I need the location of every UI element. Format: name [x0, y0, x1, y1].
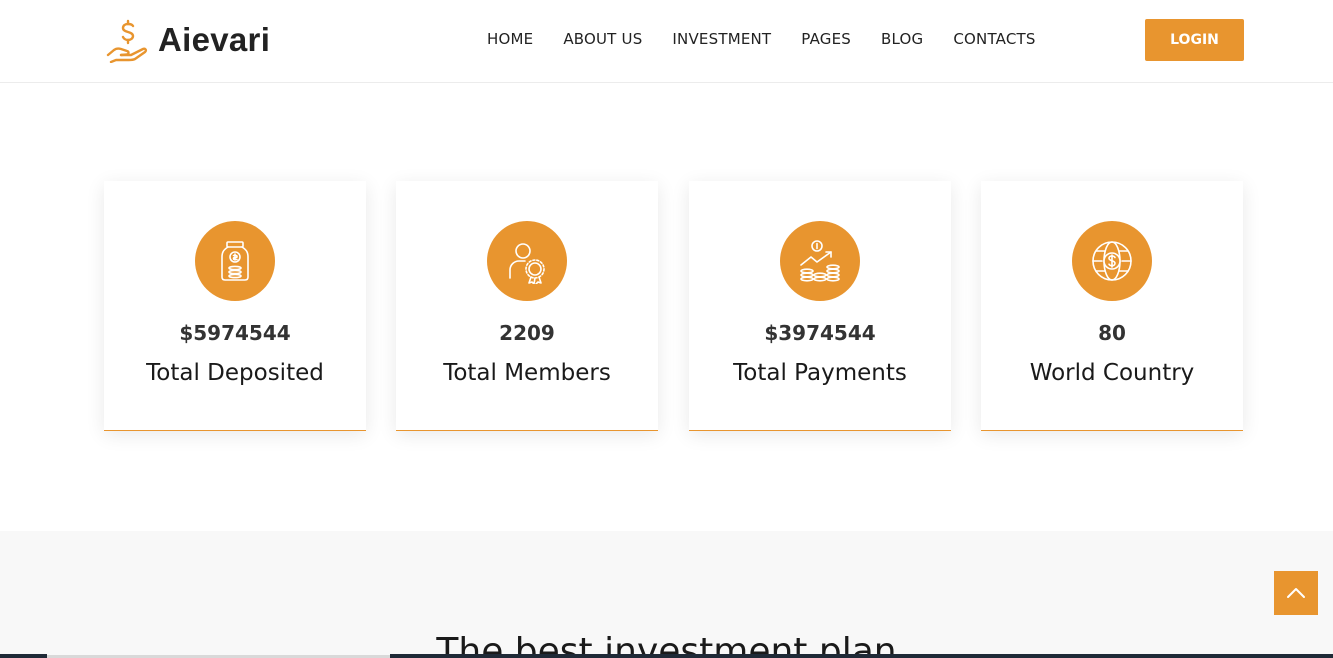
- bottom-divider: [390, 654, 1333, 658]
- member-award-icon: [487, 221, 567, 301]
- stat-card-total-members: 2209 Total Members: [396, 181, 658, 431]
- nav-item-investment[interactable]: INVESTMENT: [657, 26, 786, 52]
- nav-item-blog[interactable]: BLOG: [866, 26, 938, 52]
- globe-dollar-icon: [1072, 221, 1152, 301]
- stat-value: $5974544: [179, 321, 291, 345]
- nav-item-about-us[interactable]: ABOUT US: [548, 26, 657, 52]
- nav-item-contacts[interactable]: CONTACTS: [938, 26, 1050, 52]
- site-header: Aievari HOME ABOUT US INVESTMENT PAGES B…: [0, 0, 1333, 83]
- stat-label: Total Payments: [733, 360, 907, 386]
- coins-growth-icon: [780, 221, 860, 301]
- nav-item-home[interactable]: HOME: [472, 26, 548, 52]
- stat-label: Total Members: [443, 360, 611, 386]
- brand-name: Aievari: [158, 21, 271, 58]
- scroll-to-top-button[interactable]: [1274, 571, 1318, 615]
- stats-section: $5974544 Total Deposited 2209 Total Memb…: [104, 181, 1244, 431]
- stat-value: 80: [1098, 321, 1126, 345]
- stat-card-total-payments: $3974544 Total Payments: [689, 181, 951, 431]
- bottom-divider: [0, 654, 47, 658]
- stat-card-total-deposited: $5974544 Total Deposited: [104, 181, 366, 431]
- dollar-hand-icon: [106, 19, 148, 63]
- money-jar-icon: [195, 221, 275, 301]
- main-nav: HOME ABOUT US INVESTMENT PAGES BLOG CONT…: [472, 26, 1051, 52]
- chevron-up-icon: [1287, 588, 1305, 598]
- stat-card-world-country: 80 World Country: [981, 181, 1243, 431]
- stat-value: 2209: [499, 321, 555, 345]
- investment-plan-section: The best investment plan: [0, 531, 1333, 658]
- nav-item-pages[interactable]: PAGES: [786, 26, 866, 52]
- stat-label: World Country: [1029, 360, 1195, 386]
- login-button[interactable]: LOGIN: [1145, 19, 1244, 61]
- logo[interactable]: Aievari: [106, 16, 270, 64]
- stat-label: Total Deposited: [146, 360, 324, 386]
- stat-value: $3974544: [764, 321, 876, 345]
